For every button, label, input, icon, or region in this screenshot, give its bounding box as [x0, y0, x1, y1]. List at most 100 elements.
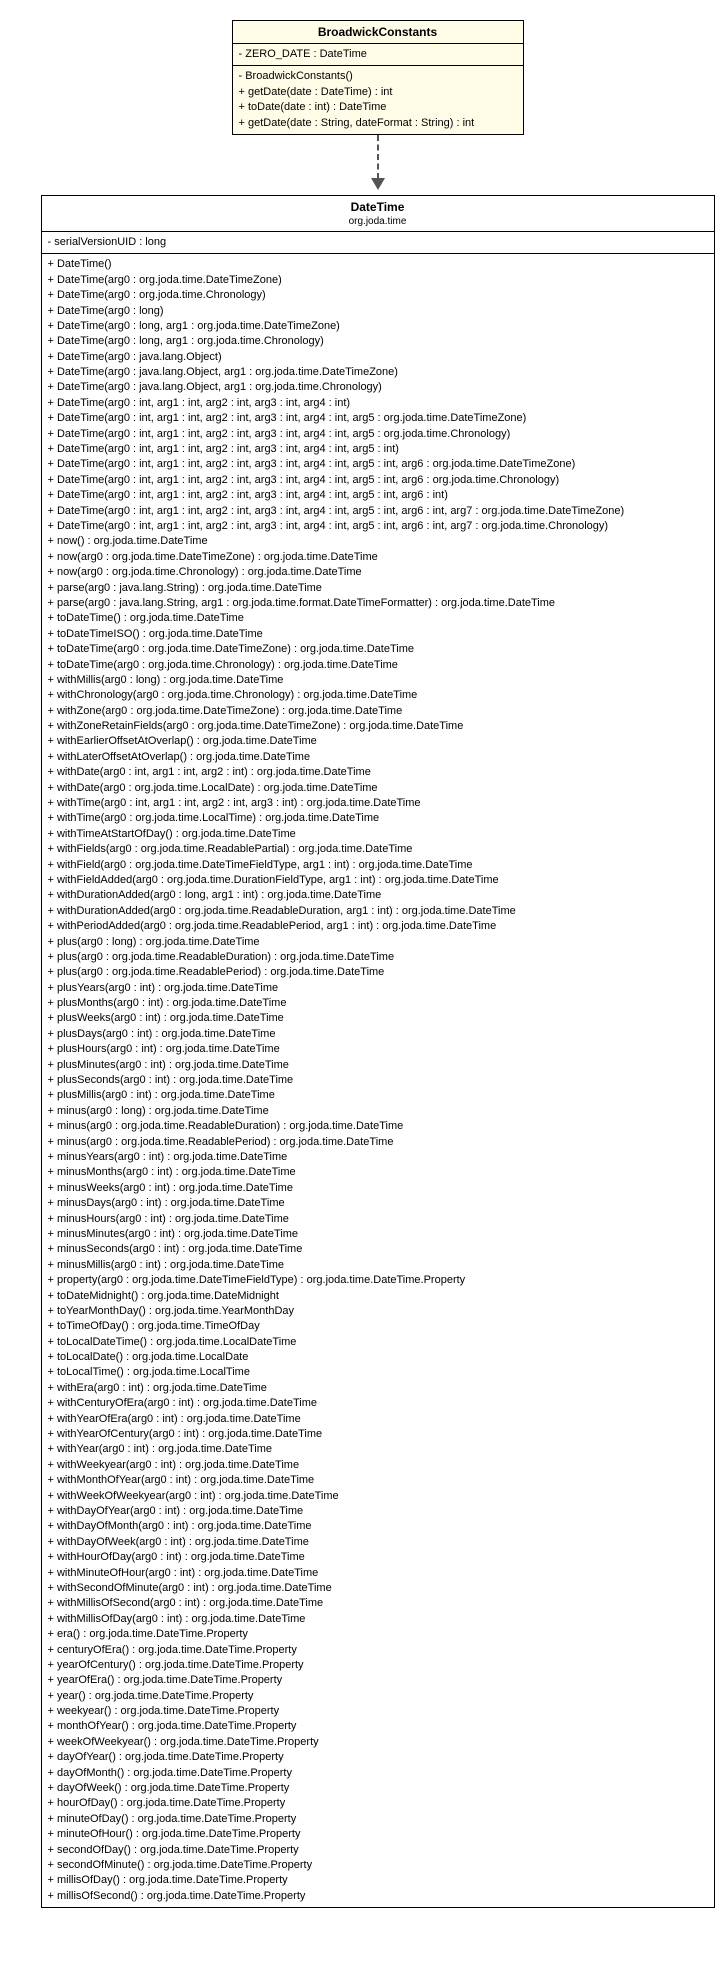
arrowhead-icon [371, 178, 385, 190]
method-row: + withEarlierOffsetAtOverlap() : org.jod… [48, 734, 708, 749]
method-row: + withFields(arg0 : org.joda.time.Readab… [48, 842, 708, 857]
method-row: + toLocalDateTime() : org.joda.time.Loca… [48, 1335, 708, 1350]
method-row: + dayOfMonth() : org.joda.time.DateTime.… [48, 1766, 708, 1781]
method-row: + withHourOfDay(arg0 : int) : org.joda.t… [48, 1550, 708, 1565]
method-row: + minusWeeks(arg0 : int) : org.joda.time… [48, 1181, 708, 1196]
method-row: + DateTime(arg0 : java.lang.Object, arg1… [48, 365, 708, 380]
method-row: + withTime(arg0 : int, arg1 : int, arg2 … [48, 796, 708, 811]
method-row: + weekOfWeekyear() : org.joda.time.DateT… [48, 1735, 708, 1750]
dashed-line [377, 135, 379, 179]
method-row: + withChronology(arg0 : org.joda.time.Ch… [48, 688, 708, 703]
method-row: + withCenturyOfEra(arg0 : int) : org.jod… [48, 1396, 708, 1411]
method-row: + toDateTime(arg0 : org.joda.time.DateTi… [48, 642, 708, 657]
method-row: + parse(arg0 : java.lang.String) : org.j… [48, 581, 708, 596]
method-row: + minusMinutes(arg0 : int) : org.joda.ti… [48, 1227, 708, 1242]
method-row: + now(arg0 : org.joda.time.DateTimeZone)… [48, 550, 708, 565]
method-row: + withSecondOfMinute(arg0 : int) : org.j… [48, 1581, 708, 1596]
method-row: + toTimeOfDay() : org.joda.time.TimeOfDa… [48, 1319, 708, 1334]
method-row: + withDurationAdded(arg0 : org.joda.time… [48, 904, 708, 919]
method-row: + plusYears(arg0 : int) : org.joda.time.… [48, 981, 708, 996]
uml-class-datetime: DateTime org.joda.time - serialVersionUI… [41, 195, 715, 1908]
method-row: + plus(arg0 : org.joda.time.ReadableDura… [48, 950, 708, 965]
method-row: + plusMinutes(arg0 : int) : org.joda.tim… [48, 1058, 708, 1073]
method-row: + withWeekyear(arg0 : int) : org.joda.ti… [48, 1458, 708, 1473]
method-row: + withMillisOfSecond(arg0 : int) : org.j… [48, 1596, 708, 1611]
method-row: + plusDays(arg0 : int) : org.joda.time.D… [48, 1027, 708, 1042]
class-package: org.joda.time [42, 214, 714, 232]
method-row: + withZone(arg0 : org.joda.time.DateTime… [48, 704, 708, 719]
method-row: + now() : org.joda.time.DateTime [48, 534, 708, 549]
method-row: + plusWeeks(arg0 : int) : org.joda.time.… [48, 1011, 708, 1026]
dependency-connector [368, 135, 388, 195]
method-row: + minus(arg0 : long) : org.joda.time.Dat… [48, 1104, 708, 1119]
method-row: + toYearMonthDay() : org.joda.time.YearM… [48, 1304, 708, 1319]
method-row: + withDate(arg0 : int, arg1 : int, arg2 … [48, 765, 708, 780]
method-row: + DateTime(arg0 : int, arg1 : int, arg2 … [48, 411, 708, 426]
method-row: + now(arg0 : org.joda.time.Chronology) :… [48, 565, 708, 580]
method-row: + minusYears(arg0 : int) : org.joda.time… [48, 1150, 708, 1165]
fields-section: - ZERO_DATE : DateTime [233, 44, 523, 66]
method-row: + withPeriodAdded(arg0 : org.joda.time.R… [48, 919, 708, 934]
method-row: + DateTime(arg0 : org.joda.time.Chronolo… [48, 288, 708, 303]
method-row: + withDayOfYear(arg0 : int) : org.joda.t… [48, 1504, 708, 1519]
method-row: + weekyear() : org.joda.time.DateTime.Pr… [48, 1704, 708, 1719]
method-row: + centuryOfEra() : org.joda.time.DateTim… [48, 1643, 708, 1658]
method-row: + minusMonths(arg0 : int) : org.joda.tim… [48, 1165, 708, 1180]
method-row: + plusHours(arg0 : int) : org.joda.time.… [48, 1042, 708, 1057]
method-row: + withMillis(arg0 : long) : org.joda.tim… [48, 673, 708, 688]
method-row: + plusMonths(arg0 : int) : org.joda.time… [48, 996, 708, 1011]
method-row: + plus(arg0 : org.joda.time.ReadablePeri… [48, 965, 708, 980]
method-row: + withZoneRetainFields(arg0 : org.joda.t… [48, 719, 708, 734]
method-row: + withDate(arg0 : org.joda.time.LocalDat… [48, 781, 708, 796]
method-row: + DateTime(arg0 : int, arg1 : int, arg2 … [48, 396, 708, 411]
method-row: + hourOfDay() : org.joda.time.DateTime.P… [48, 1796, 708, 1811]
methods-section: + DateTime()+ DateTime(arg0 : org.joda.t… [42, 254, 714, 1907]
method-row: + withDayOfMonth(arg0 : int) : org.joda.… [48, 1519, 708, 1534]
method-row: + withYear(arg0 : int) : org.joda.time.D… [48, 1442, 708, 1457]
method-row: + minusSeconds(arg0 : int) : org.joda.ti… [48, 1242, 708, 1257]
method-row: - BroadwickConstants() [239, 69, 517, 84]
method-row: + minuteOfHour() : org.joda.time.DateTim… [48, 1827, 708, 1842]
methods-section: - BroadwickConstants()+ getDate(date : D… [233, 66, 523, 134]
method-row: + withYearOfCentury(arg0 : int) : org.jo… [48, 1427, 708, 1442]
method-row: + toDateTimeISO() : org.joda.time.DateTi… [48, 627, 708, 642]
method-row: + withYearOfEra(arg0 : int) : org.joda.t… [48, 1412, 708, 1427]
method-row: + DateTime(arg0 : long, arg1 : org.joda.… [48, 319, 708, 334]
method-row: + minusHours(arg0 : int) : org.joda.time… [48, 1212, 708, 1227]
method-row: + toLocalTime() : org.joda.time.LocalTim… [48, 1365, 708, 1380]
method-row: + era() : org.joda.time.DateTime.Propert… [48, 1627, 708, 1642]
method-row: + withMonthOfYear(arg0 : int) : org.joda… [48, 1473, 708, 1488]
method-row: + withDurationAdded(arg0 : long, arg1 : … [48, 888, 708, 903]
method-row: + secondOfMinute() : org.joda.time.DateT… [48, 1858, 708, 1873]
method-row: + dayOfWeek() : org.joda.time.DateTime.P… [48, 1781, 708, 1796]
method-row: + DateTime(arg0 : int, arg1 : int, arg2 … [48, 473, 708, 488]
method-row: + toDateTime(arg0 : org.joda.time.Chrono… [48, 658, 708, 673]
method-row: + withField(arg0 : org.joda.time.DateTim… [48, 858, 708, 873]
method-row: + DateTime(arg0 : int, arg1 : int, arg2 … [48, 427, 708, 442]
method-row: + minusMillis(arg0 : int) : org.joda.tim… [48, 1258, 708, 1273]
method-row: + getDate(date : DateTime) : int [239, 85, 517, 100]
method-row: + monthOfYear() : org.joda.time.DateTime… [48, 1719, 708, 1734]
method-row: + DateTime(arg0 : int, arg1 : int, arg2 … [48, 457, 708, 472]
method-row: + dayOfYear() : org.joda.time.DateTime.P… [48, 1750, 708, 1765]
method-row: + DateTime(arg0 : int, arg1 : int, arg2 … [48, 442, 708, 457]
method-row: + plusSeconds(arg0 : int) : org.joda.tim… [48, 1073, 708, 1088]
method-row: + withTime(arg0 : org.joda.time.LocalTim… [48, 811, 708, 826]
field-row: - serialVersionUID : long [48, 235, 708, 250]
class-title: BroadwickConstants [233, 21, 523, 44]
method-row: + plusMillis(arg0 : int) : org.joda.time… [48, 1088, 708, 1103]
method-row: + withFieldAdded(arg0 : org.joda.time.Du… [48, 873, 708, 888]
method-row: + toLocalDate() : org.joda.time.LocalDat… [48, 1350, 708, 1365]
method-row: + minus(arg0 : org.joda.time.ReadablePer… [48, 1135, 708, 1150]
uml-class-broadwickconstants: BroadwickConstants - ZERO_DATE : DateTim… [232, 20, 524, 135]
method-row: + year() : org.joda.time.DateTime.Proper… [48, 1689, 708, 1704]
method-row: + minus(arg0 : org.joda.time.ReadableDur… [48, 1119, 708, 1134]
method-row: + DateTime(arg0 : int, arg1 : int, arg2 … [48, 488, 708, 503]
method-row: + DateTime(arg0 : long, arg1 : org.joda.… [48, 334, 708, 349]
method-row: + millisOfDay() : org.joda.time.DateTime… [48, 1873, 708, 1888]
method-row: + DateTime(arg0 : java.lang.Object) [48, 350, 708, 365]
method-row: + toDateTime() : org.joda.time.DateTime [48, 611, 708, 626]
method-row: + withMinuteOfHour(arg0 : int) : org.jod… [48, 1566, 708, 1581]
method-row: + withEra(arg0 : int) : org.joda.time.Da… [48, 1381, 708, 1396]
method-row: + withLaterOffsetAtOverlap() : org.joda.… [48, 750, 708, 765]
